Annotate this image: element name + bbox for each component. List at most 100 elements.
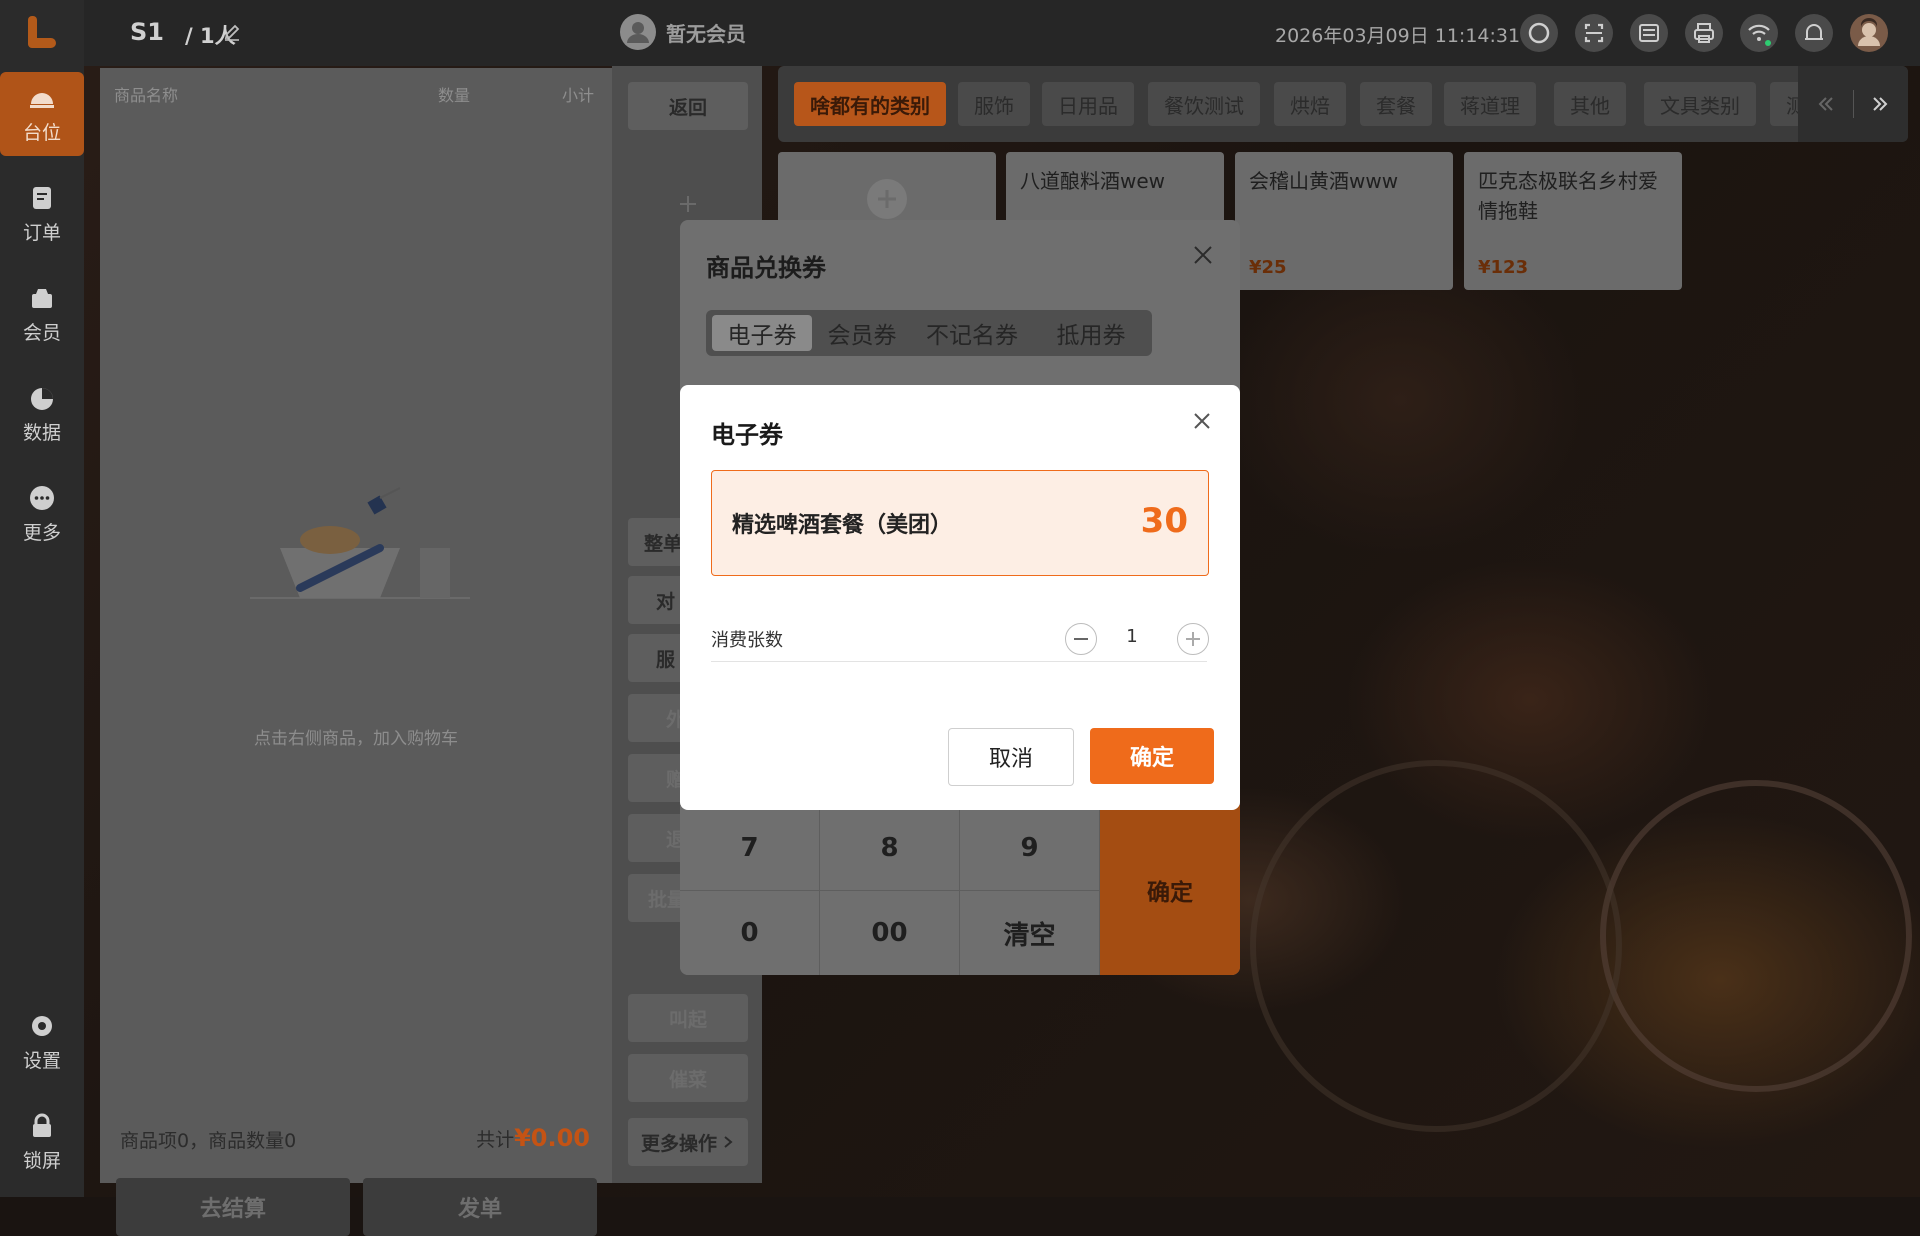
close-icon[interactable] bbox=[1188, 407, 1216, 435]
voucher-card[interactable]: 精选啤酒套餐（美团） 30 bbox=[711, 470, 1209, 576]
bell-icon[interactable] bbox=[1795, 14, 1833, 52]
numpad-confirm-button[interactable]: 确定 bbox=[1100, 805, 1240, 975]
list-icon[interactable] bbox=[1630, 14, 1668, 52]
logo-icon bbox=[28, 16, 56, 48]
action-call-up[interactable]: 叫起 bbox=[628, 994, 748, 1042]
category-tab[interactable]: 啥都有的类别 bbox=[794, 82, 946, 126]
empty-cart-illustration-icon bbox=[250, 487, 470, 599]
quantity-value: 1 bbox=[1126, 626, 1138, 647]
key-00[interactable]: 00 bbox=[820, 890, 960, 975]
voucher-name: 精选啤酒套餐（美团） bbox=[732, 513, 953, 538]
table-label: S1 bbox=[130, 18, 164, 46]
nav-label: 会员 bbox=[22, 321, 61, 344]
close-icon[interactable] bbox=[1192, 244, 1214, 266]
voucher-value: 30 bbox=[1140, 501, 1188, 541]
product-name: 会稽山黄酒www bbox=[1249, 169, 1399, 193]
category-tab[interactable]: 其他 bbox=[1554, 82, 1626, 126]
category-bar: 啥都有的类别 服饰 日用品 餐饮测试 烘焙 套餐 蒋道理 其他 文具类别 测 bbox=[778, 66, 1908, 142]
nav-item-lock[interactable]: 锁屏 bbox=[0, 1100, 84, 1184]
nav-item-settings[interactable]: 设置 bbox=[0, 1000, 84, 1084]
nav-item-more[interactable]: 更多 bbox=[0, 472, 84, 556]
cart-header: 商品名称 数量 小计 bbox=[100, 68, 612, 114]
confirm-button[interactable]: 确定 bbox=[1090, 728, 1214, 784]
cloche-icon bbox=[30, 92, 54, 108]
pie-chart-icon bbox=[31, 387, 53, 410]
dialog-title: 电子券 bbox=[711, 421, 783, 449]
col-subtotal: 小计 bbox=[562, 86, 595, 105]
gear-icon bbox=[32, 1015, 52, 1036]
nav-label: 台位 bbox=[22, 121, 61, 144]
cart-total-prefix: 共计 bbox=[476, 1129, 515, 1151]
category-tab[interactable]: 日用品 bbox=[1042, 82, 1134, 126]
category-tab[interactable]: 蒋道理 bbox=[1444, 82, 1536, 126]
category-tab[interactable]: 文具类别 bbox=[1644, 82, 1756, 126]
tab-bearer-voucher[interactable]: 不记名券 bbox=[912, 315, 1032, 351]
avatar-icon bbox=[620, 14, 656, 50]
numpad: 7 8 9 0 00 清空 确定 bbox=[680, 805, 1240, 975]
product-card[interactable]: 会稽山黄酒www ¥25 bbox=[1235, 152, 1453, 290]
send-order-button[interactable]: 发单 bbox=[363, 1178, 597, 1236]
side-nav: 台位 订单 会员 数据 更多 设置 锁屏 bbox=[0, 0, 84, 1197]
nav-item-data[interactable]: 数据 bbox=[0, 372, 84, 456]
tab-deduction-voucher[interactable]: 抵用券 bbox=[1034, 315, 1148, 351]
col-name: 商品名称 bbox=[114, 86, 179, 105]
chevron-double-left-icon[interactable] bbox=[1816, 94, 1836, 114]
category-tab[interactable]: 服饰 bbox=[958, 82, 1030, 126]
printer-icon[interactable] bbox=[1685, 14, 1723, 52]
nav-label: 设置 bbox=[22, 1049, 61, 1072]
more-dots-icon bbox=[30, 485, 54, 510]
plus-circle-icon bbox=[867, 179, 907, 219]
key-clear[interactable]: 清空 bbox=[960, 890, 1100, 975]
action-urge[interactable]: 催菜 bbox=[628, 1054, 748, 1102]
user-avatar[interactable] bbox=[1850, 14, 1888, 52]
product-price: ¥123 bbox=[1478, 257, 1529, 278]
cart-total-wrap: 共计¥0.00 bbox=[476, 1124, 590, 1152]
quantity-label: 消费张数 bbox=[711, 630, 783, 651]
category-tab[interactable]: 套餐 bbox=[1360, 82, 1432, 126]
category-tab[interactable]: 烘焙 bbox=[1274, 82, 1346, 126]
voucher-type-tabs: 电子券 会员券 不记名券 抵用券 bbox=[706, 310, 1152, 356]
scan-icon[interactable] bbox=[1575, 14, 1613, 52]
nav-item-orders[interactable]: 订单 bbox=[0, 172, 84, 256]
more-actions-label: 更多操作 bbox=[640, 1132, 717, 1155]
nav-item-table[interactable]: 台位 bbox=[0, 72, 84, 156]
product-name: 八道酿料酒wew bbox=[1020, 169, 1166, 193]
tab-e-voucher[interactable]: 电子券 bbox=[712, 315, 812, 351]
cart-panel: 商品名称 数量 小计 点击右侧商品，加入购物车 商品项0，商品数量0 共计¥0.… bbox=[100, 68, 612, 1236]
edit-icon[interactable] bbox=[222, 22, 242, 42]
nav-label: 数据 bbox=[22, 421, 61, 444]
nav-label: 锁屏 bbox=[22, 1149, 61, 1172]
dialog-title: 商品兑换券 bbox=[706, 254, 826, 282]
minus-button[interactable] bbox=[1065, 623, 1097, 655]
key-7[interactable]: 7 bbox=[680, 805, 820, 890]
plus-icon bbox=[1186, 632, 1200, 646]
search-icon[interactable] bbox=[1520, 14, 1558, 52]
datetime: 2026年03月09日 11:14:31 bbox=[1275, 25, 1521, 47]
key-8[interactable]: 8 bbox=[820, 805, 960, 890]
order-icon bbox=[33, 186, 51, 209]
chevron-right-icon bbox=[724, 1136, 733, 1148]
chevron-double-right-icon[interactable] bbox=[1870, 94, 1890, 114]
tab-member-voucher[interactable]: 会员券 bbox=[812, 315, 912, 351]
background-plate bbox=[1600, 780, 1912, 1092]
product-card[interactable]: 匹克态极联名乡村爱情拖鞋 ¥123 bbox=[1464, 152, 1682, 290]
plus-button[interactable] bbox=[1177, 623, 1209, 655]
category-tab[interactable]: 餐饮测试 bbox=[1148, 82, 1260, 126]
background-plate bbox=[1250, 760, 1622, 1132]
back-button[interactable]: 返回 bbox=[628, 82, 748, 130]
more-actions-button[interactable]: 更多操作 bbox=[628, 1118, 748, 1166]
nav-item-member[interactable]: 会员 bbox=[0, 272, 84, 356]
checkout-button[interactable]: 去结算 bbox=[116, 1178, 350, 1236]
key-0[interactable]: 0 bbox=[680, 890, 820, 975]
cancel-button[interactable]: 取消 bbox=[948, 728, 1074, 786]
member-label: 暂无会员 bbox=[666, 21, 746, 46]
key-9[interactable]: 9 bbox=[960, 805, 1100, 890]
quantity-row: 消费张数 1 bbox=[711, 615, 1209, 662]
cart-empty-text: 点击右侧商品，加入购物车 bbox=[254, 729, 458, 749]
wifi-icon[interactable] bbox=[1740, 14, 1778, 52]
e-voucher-dialog: 电子券 精选啤酒套餐（美团） 30 消费张数 1 取消 确定 bbox=[680, 385, 1240, 810]
member-selector[interactable]: 暂无会员 bbox=[620, 14, 746, 50]
product-name: 匹克态极联名乡村爱情拖鞋 bbox=[1478, 169, 1658, 223]
plus-icon bbox=[680, 196, 696, 212]
cart-total: ¥0.00 bbox=[514, 1124, 590, 1152]
